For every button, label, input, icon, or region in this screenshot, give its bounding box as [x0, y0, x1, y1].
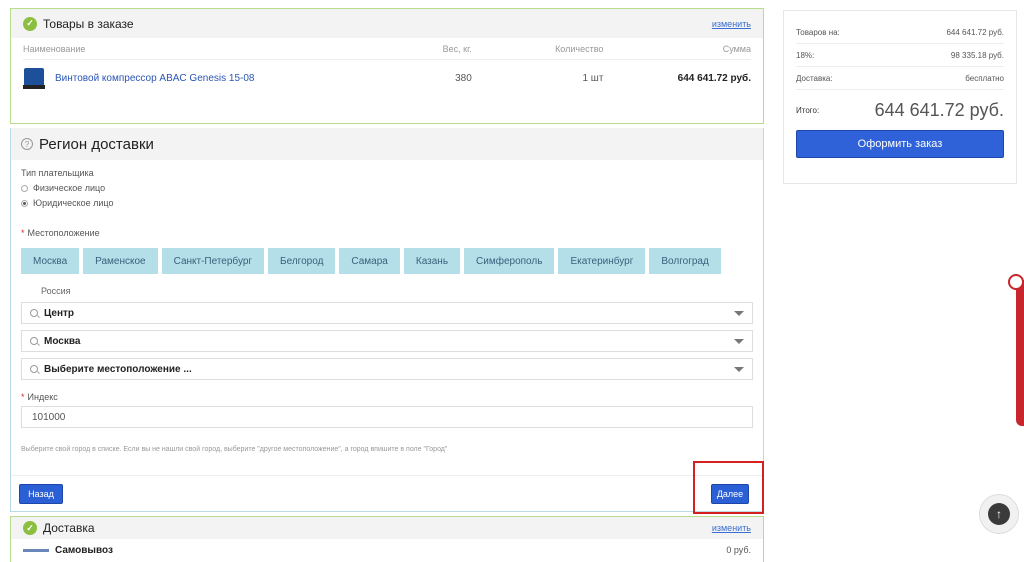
order-items-header: ✓ Товары в заказе изменить [11, 8, 763, 38]
col-weight: Вес, кг. [442, 43, 472, 54]
city-button[interactable]: Санкт-Петербург [161, 248, 265, 274]
region-body: Тип плательщика Физическое лицо Юридичес… [11, 160, 763, 461]
city-button[interactable]: Екатеринбург [558, 248, 646, 274]
summary-row-vat: 18%: 98 335.18 руб. [796, 44, 1004, 67]
city-button[interactable]: Самара [339, 248, 400, 274]
order-items-panel: ✓ Товары в заказе изменить Наименование … [10, 8, 764, 124]
col-qty: Количество [555, 43, 604, 54]
delivery-panel: ✓ Доставка изменить Самовывоз 0 руб. [10, 516, 764, 562]
search-icon [30, 309, 38, 317]
summary-row-delivery: Доставка: бесплатно [796, 67, 1004, 90]
search-icon [30, 365, 38, 373]
check-icon: ✓ [23, 521, 37, 535]
radio-label: Юридическое лицо [33, 198, 114, 208]
radio-icon[interactable] [21, 184, 28, 192]
order-summary: Товаров на: 644 641.72 руб. 18%: 98 335.… [783, 10, 1017, 184]
order-items-title: Товары в заказе [43, 16, 134, 31]
radio-label: Физическое лицо [33, 183, 106, 193]
index-input[interactable]: 101000 [21, 406, 753, 428]
delivery-logo-icon [23, 548, 49, 552]
radio-selected-icon[interactable] [21, 199, 28, 207]
product-link[interactable]: Винтовой компрессор ABAC Genesis 15-08 [55, 73, 254, 84]
region-title: Регион доставки [39, 135, 154, 153]
delivery-method-row: Самовывоз 0 руб. [11, 539, 763, 561]
next-button-highlight [693, 461, 764, 514]
region-header: ? Регион доставки [11, 128, 763, 160]
location-select-region[interactable]: Центр [21, 302, 753, 324]
check-icon: ✓ [23, 16, 37, 31]
city-buttons: Москва Раменское Санкт-Петербург Белгоро… [21, 248, 753, 274]
delivery-title: Доставка [43, 521, 95, 535]
total-value: 644 641.72 руб. [874, 99, 1004, 120]
delivery-edit-link[interactable]: изменить [712, 523, 751, 533]
chevron-down-icon[interactable] [734, 311, 744, 316]
city-button[interactable]: Белгород [268, 248, 336, 274]
city-button[interactable]: Казань [403, 248, 461, 274]
select-value: Москва [44, 335, 81, 347]
product-cell: Винтовой компрессор ABAC Genesis 15-08 [23, 66, 412, 90]
delivery-price: 0 руб. [726, 545, 751, 555]
arrow-up-icon[interactable]: ↑ [988, 503, 1010, 525]
summary-key: 18%: [796, 50, 815, 60]
summary-row-goods: Товаров на: 644 641.72 руб. [796, 21, 1004, 44]
delivery-method: Самовывоз [55, 544, 113, 556]
select-value: Выберите местоположение ... [44, 363, 192, 375]
summary-value: бесплатно [965, 73, 1004, 83]
chevron-down-icon[interactable] [734, 339, 744, 344]
city-button[interactable]: Москва [21, 248, 80, 274]
chevron-down-icon[interactable] [734, 367, 744, 372]
product-qty: 1 шт [582, 72, 604, 84]
index-label: * Индекс [21, 392, 58, 402]
city-button[interactable]: Раменское [83, 248, 158, 274]
payer-radio-legal[interactable]: Юридическое лицо [21, 198, 753, 208]
order-edit-link[interactable]: изменить [712, 19, 751, 29]
product-sum: 644 641.72 руб. [677, 72, 751, 84]
back-button[interactable]: Назад [19, 484, 63, 504]
callback-widget[interactable] [1008, 274, 1024, 426]
location-select-city[interactable]: Москва [21, 330, 753, 352]
place-order-button[interactable]: Оформить заказ [796, 130, 1004, 158]
summary-total: Итого: 644 641.72 руб. [796, 90, 1004, 130]
col-name: Наименование [23, 43, 86, 54]
summary-value: 98 335.18 руб. [950, 50, 1004, 60]
order-table-header: Наименование Вес, кг. Количество Сумма [23, 38, 751, 60]
summary-key: Товаров на: [796, 27, 840, 37]
city-button[interactable]: Волгоград [649, 248, 721, 274]
delivery-header: ✓ Доставка изменить [11, 517, 763, 539]
step-navigation: Назад Далее [11, 475, 763, 511]
payer-type-label: Тип плательщика [21, 168, 94, 178]
product-thumbnail[interactable] [23, 66, 45, 90]
col-sum: Сумма [722, 43, 751, 54]
total-label: Итого: [796, 105, 820, 115]
summary-value: 644 641.72 руб. [946, 27, 1004, 37]
search-icon [30, 337, 38, 345]
summary-key: Доставка: [796, 73, 833, 83]
table-row: Винтовой компрессор ABAC Genesis 15-08 3… [23, 60, 751, 96]
country-label: Россия [41, 286, 71, 296]
scroll-to-top-button[interactable]: ↑ [979, 494, 1019, 534]
select-value: Центр [44, 307, 75, 319]
city-button[interactable]: Симферополь [464, 248, 555, 274]
location-hint: Выберите свой город в списке. Если вы не… [21, 446, 448, 453]
product-weight: 380 [455, 72, 472, 84]
phone-icon[interactable] [1008, 274, 1024, 290]
location-select-place[interactable]: Выберите местоположение ... [21, 358, 753, 380]
payer-radio-individual[interactable]: Физическое лицо [21, 183, 753, 193]
step-number-icon: ? [21, 138, 33, 150]
delivery-region-panel: ? Регион доставки Тип плательщика Физиче… [10, 128, 764, 512]
location-label: * Местоположение [21, 228, 100, 238]
